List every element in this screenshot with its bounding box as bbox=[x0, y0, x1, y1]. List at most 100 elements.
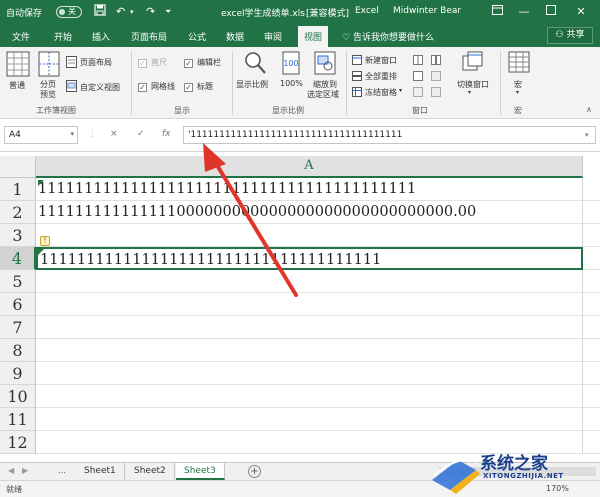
undo-icon[interactable]: ↶ bbox=[116, 4, 125, 20]
tab-home[interactable]: 开始 bbox=[54, 30, 72, 43]
warning-icon[interactable]: ! bbox=[40, 236, 50, 246]
grid-cell[interactable] bbox=[36, 293, 583, 316]
grid-cell[interactable] bbox=[36, 224, 583, 247]
sheet-tab-1[interactable]: Sheet1 bbox=[76, 463, 125, 480]
empty-cell[interactable] bbox=[583, 408, 600, 431]
empty-cell[interactable] bbox=[583, 247, 600, 270]
grid-cell[interactable]: 1111111111111111111111111111111111111111… bbox=[36, 178, 583, 201]
status-ready: 就绪 bbox=[6, 485, 22, 494]
minimize-icon[interactable]: — bbox=[515, 3, 533, 21]
row-header[interactable]: 1 bbox=[0, 178, 36, 201]
tab-review[interactable]: 审阅 bbox=[264, 30, 282, 43]
switch-dropdown-icon: ▾ bbox=[468, 89, 472, 96]
ribbon-display-icon[interactable] bbox=[488, 3, 506, 21]
undo-dropdown-icon[interactable]: ▾ bbox=[130, 4, 134, 20]
view-side-by-side-icon[interactable] bbox=[431, 55, 441, 65]
empty-cell[interactable] bbox=[583, 316, 600, 339]
gridlines-checkbox[interactable]: ✓ bbox=[138, 83, 147, 92]
formula-bar-checkbox[interactable]: ✓ bbox=[184, 59, 193, 68]
collapse-ribbon-icon[interactable]: ∧ bbox=[586, 105, 592, 114]
new-window-label: 新建窗口 bbox=[365, 56, 397, 65]
user-name[interactable]: Midwinter Bear bbox=[393, 6, 461, 16]
row-header[interactable]: 11 bbox=[0, 408, 36, 431]
freeze-panes-label: 冻结窗格 bbox=[365, 88, 397, 97]
arrange-all-icon bbox=[352, 71, 362, 81]
enter-icon[interactable]: ✓ bbox=[137, 129, 145, 139]
maximize-icon[interactable] bbox=[542, 3, 560, 21]
switch-windows-icon bbox=[462, 51, 483, 71]
prev-sheet-icon[interactable]: ◀ bbox=[8, 466, 14, 475]
insert-function-icon[interactable]: fx bbox=[162, 129, 171, 139]
column-header-a[interactable]: A bbox=[36, 156, 583, 178]
autosave-label: 自动保存 bbox=[6, 9, 43, 19]
tab-view[interactable]: 视图 bbox=[298, 26, 329, 47]
grid-cell[interactable] bbox=[36, 408, 583, 431]
tab-page-layout[interactable]: 页面布局 bbox=[131, 30, 167, 43]
empty-cell[interactable] bbox=[583, 385, 600, 408]
share-label: 共享 bbox=[566, 30, 585, 40]
tab-insert[interactable]: 插入 bbox=[92, 30, 110, 43]
reset-position-icon[interactable] bbox=[431, 87, 441, 97]
row-header[interactable]: 5 bbox=[0, 270, 36, 293]
row-header[interactable]: 9 bbox=[0, 362, 36, 385]
tab-file[interactable]: 文件 bbox=[12, 30, 30, 43]
empty-cell[interactable] bbox=[583, 270, 600, 293]
customize-toolbar-icon[interactable]: ⏷ bbox=[165, 4, 171, 20]
headings-checkbox[interactable]: ✓ bbox=[184, 83, 193, 92]
formula-input[interactable]: '1111111111111111111111111111111111111 bbox=[183, 126, 596, 144]
name-box-dropdown-icon[interactable]: ▾ bbox=[70, 130, 74, 138]
grid-cell[interactable] bbox=[36, 385, 583, 408]
grid-cell[interactable] bbox=[36, 316, 583, 339]
tell-me-search[interactable]: ♡ 告诉我你想要做什么 bbox=[342, 30, 434, 43]
row-header[interactable]: 10 bbox=[0, 385, 36, 408]
sheet-tab-2[interactable]: Sheet2 bbox=[126, 463, 175, 480]
arrange-all-label: 全部重排 bbox=[365, 72, 397, 81]
sheet-tab-3[interactable]: Sheet3 bbox=[176, 463, 225, 480]
tab-formulas[interactable]: 公式 bbox=[188, 30, 206, 43]
row-header[interactable]: 7 bbox=[0, 316, 36, 339]
more-options-icon[interactable]: ⋮ bbox=[88, 129, 97, 139]
empty-cell[interactable] bbox=[583, 293, 600, 316]
add-sheet-icon[interactable]: + bbox=[248, 465, 261, 478]
ruler-checkbox[interactable]: ✓ bbox=[138, 59, 147, 68]
redo-icon[interactable]: ↷ bbox=[146, 4, 155, 20]
grid-cell[interactable] bbox=[36, 270, 583, 293]
text-number-indicator-icon bbox=[38, 180, 44, 186]
empty-cell[interactable] bbox=[583, 201, 600, 224]
zoom-selection-label-2: 选定区域 bbox=[307, 90, 339, 99]
custom-views-label: 自定义视图 bbox=[80, 83, 120, 92]
share-button[interactable]: ⚇ 共享 bbox=[547, 27, 593, 44]
select-all-corner[interactable] bbox=[0, 156, 36, 178]
empty-cell[interactable] bbox=[583, 178, 600, 201]
hide-icon[interactable] bbox=[413, 71, 423, 81]
row-header[interactable]: 6 bbox=[0, 293, 36, 316]
split-icon[interactable] bbox=[413, 55, 423, 65]
grid-cell[interactable] bbox=[36, 339, 583, 362]
tab-data[interactable]: 数据 bbox=[226, 30, 244, 43]
active-cell[interactable]: 1111111111111111111111111111111111111 bbox=[36, 247, 583, 270]
row-header[interactable]: 12 bbox=[0, 431, 36, 454]
row-header[interactable]: 4 bbox=[0, 247, 36, 270]
row-header[interactable]: 8 bbox=[0, 339, 36, 362]
close-icon[interactable]: ✕ bbox=[572, 3, 590, 21]
grid-cell[interactable]: 1111111111111110000000000000000000000000… bbox=[36, 201, 583, 224]
name-box-value: A4 bbox=[9, 130, 21, 140]
empty-cell[interactable] bbox=[583, 339, 600, 362]
cancel-icon[interactable]: × bbox=[110, 129, 118, 139]
expand-formula-icon[interactable]: ▾ bbox=[585, 131, 589, 139]
ribbon-separator bbox=[346, 51, 347, 115]
watermark-text: 系统之家 bbox=[480, 454, 548, 474]
custom-views-icon bbox=[66, 80, 77, 92]
row-header[interactable]: 3 bbox=[0, 224, 36, 247]
empty-cell[interactable] bbox=[583, 224, 600, 247]
next-sheet-icon[interactable]: ▶ bbox=[22, 466, 28, 475]
unhide-icon[interactable] bbox=[413, 87, 423, 97]
empty-cell[interactable] bbox=[583, 362, 600, 385]
name-box[interactable]: A4 ▾ bbox=[4, 126, 78, 144]
grid-cell[interactable] bbox=[36, 362, 583, 385]
sync-scroll-icon[interactable] bbox=[431, 71, 441, 81]
row-header[interactable]: 2 bbox=[0, 201, 36, 224]
text-number-indicator-icon bbox=[38, 249, 44, 255]
save-icon[interactable] bbox=[94, 4, 106, 21]
more-sheets-icon[interactable]: … bbox=[58, 466, 66, 475]
